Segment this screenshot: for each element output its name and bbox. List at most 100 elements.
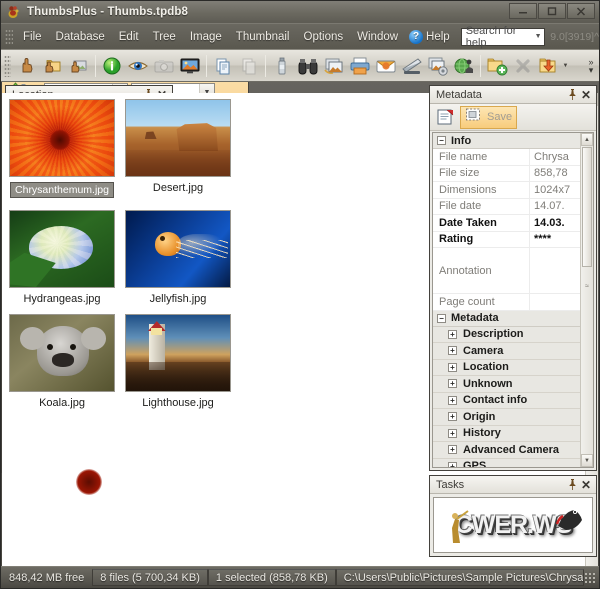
expand-icon[interactable]: + <box>448 395 457 405</box>
thumbnail-image-lighthouse[interactable] <box>125 314 231 392</box>
menu-tree[interactable]: Tree <box>146 28 183 46</box>
thumbnail-filename[interactable]: Koala.jpg <box>39 390 85 413</box>
hand-pointer-icon[interactable] <box>14 53 40 79</box>
menu-grip-icon[interactable] <box>5 28 13 45</box>
metadata-group-info[interactable]: − Info <box>433 133 593 149</box>
thumbnail-filename[interactable]: Hydrangeas.jpg <box>23 286 100 309</box>
metadata-subgroup-5[interactable]: + Origin <box>433 409 593 426</box>
pin-icon[interactable] <box>568 479 577 490</box>
metadata-row-1[interactable]: File size 858,78 <box>433 165 593 182</box>
scroll-down-icon[interactable]: ▼ <box>581 454 593 467</box>
thumbnail-cell[interactable]: Lighthouse.jpg <box>125 314 231 412</box>
folder-add-icon[interactable] <box>484 53 510 79</box>
chevron-overflow-icon[interactable]: » ▾ <box>585 57 597 74</box>
metadata-row-2[interactable]: Dimensions 1024x7 <box>433 182 593 199</box>
metadata-key: Page count <box>433 294 530 310</box>
thumbnail-filename[interactable]: Jellyfish.jpg <box>150 286 207 309</box>
expand-icon[interactable]: + <box>448 428 457 438</box>
scrollbar-thumb[interactable] <box>582 147 592 267</box>
chevron-down-icon[interactable]: ▼ <box>532 29 544 45</box>
binoculars-icon[interactable] <box>295 53 321 79</box>
metadata-subgroup-3[interactable]: + Unknown <box>433 376 593 393</box>
close-button[interactable] <box>567 3 595 19</box>
expand-icon[interactable]: + <box>448 329 457 339</box>
info-icon[interactable] <box>99 53 125 79</box>
metadata-row-3[interactable]: File date 14.07. <box>433 198 593 215</box>
window-controls <box>508 3 595 19</box>
metadata-row-5[interactable]: Rating **** <box>433 231 593 248</box>
thumbnail-filename[interactable]: Lighthouse.jpg <box>142 390 214 413</box>
scanner-icon[interactable] <box>399 53 425 79</box>
menu-help-label: Help <box>426 30 450 43</box>
metadata-group-metadata[interactable]: − Metadata <box>433 310 593 327</box>
toolbar-dropdown-icon[interactable]: ▼ <box>562 63 569 69</box>
image-settings-icon[interactable] <box>425 53 451 79</box>
thumbnail-cell[interactable]: Hydrangeas.jpg <box>9 210 115 308</box>
menu-help[interactable]: ? Help <box>405 27 457 47</box>
metadata-properties-icon[interactable] <box>434 106 458 129</box>
thumbnail-image-desert[interactable] <box>125 99 231 177</box>
menu-file[interactable]: File <box>16 28 49 46</box>
scroll-grip-icon[interactable]: ≈ <box>583 283 591 290</box>
metadata-subgroup-1[interactable]: + Camera <box>433 343 593 360</box>
pin-icon[interactable] <box>568 89 577 100</box>
expand-icon[interactable]: + <box>448 461 457 467</box>
eye-icon[interactable] <box>125 53 151 79</box>
thumbnail-filename[interactable]: Chrysanthemum.jpg <box>10 182 114 198</box>
spray-icon[interactable] <box>269 53 295 79</box>
expand-icon[interactable]: + <box>448 379 457 389</box>
thumbnail-image-chrysanthemum[interactable] <box>9 99 115 177</box>
collapse-icon[interactable]: − <box>437 136 446 145</box>
maximize-button[interactable] <box>538 3 566 19</box>
scroll-up-icon[interactable]: ▲ <box>581 133 593 146</box>
close-icon[interactable]: ✕ <box>581 479 591 491</box>
expand-icon[interactable]: + <box>448 445 457 455</box>
email-icon[interactable] <box>373 53 399 79</box>
hand-folder-icon[interactable] <box>40 53 66 79</box>
thumbnail-cell[interactable]: Koala.jpg <box>9 314 115 412</box>
expand-icon[interactable]: + <box>448 412 457 422</box>
menu-window[interactable]: Window <box>350 28 405 46</box>
tasks-panel-title: Tasks <box>436 478 465 491</box>
menu-database[interactable]: Database <box>49 28 112 46</box>
thumbnail-cell[interactable]: Desert.jpg <box>125 99 231 204</box>
image-stack-icon[interactable] <box>321 53 347 79</box>
metadata-subgroup-7[interactable]: + Advanced Camera <box>433 442 593 459</box>
thumbnail-image-koala[interactable] <box>9 314 115 392</box>
thumbnail-cell[interactable]: Jellyfish.jpg <box>125 210 231 308</box>
metadata-row-7[interactable]: Page count <box>433 294 593 311</box>
thumbnail-filename[interactable]: Desert.jpg <box>153 175 203 198</box>
collapse-icon[interactable]: − <box>437 313 446 323</box>
expand-icon[interactable]: + <box>448 346 457 356</box>
metadata-list[interactable]: − Info File name Chrysa File size 858,78 Dimen… <box>432 132 594 468</box>
close-icon[interactable]: ✕ <box>581 89 591 101</box>
metadata-subgroup-6[interactable]: + History <box>433 425 593 442</box>
metadata-subgroup-8[interactable]: + GPS <box>433 458 593 467</box>
metadata-row-0[interactable]: File name Chrysa <box>433 149 593 166</box>
metadata-row-4[interactable]: Date Taken 14.03. <box>433 215 593 232</box>
hand-image-icon[interactable] <box>66 53 92 79</box>
metadata-row-6[interactable]: Annotation <box>433 248 593 294</box>
metadata-subgroup-2[interactable]: + Location <box>433 359 593 376</box>
minimize-button[interactable] <box>509 3 537 19</box>
monitor-image-icon[interactable] <box>177 53 203 79</box>
menu-thumbnail[interactable]: Thumbnail <box>229 28 297 46</box>
help-search-input[interactable]: Search for help ▼ <box>460 25 546 49</box>
save-metadata-button[interactable]: Save <box>460 105 518 129</box>
expand-icon[interactable]: + <box>448 362 457 372</box>
thumbnail-image-jellyfish[interactable] <box>125 210 231 288</box>
toolbar-grip-icon[interactable] <box>4 54 11 77</box>
menu-edit[interactable]: Edit <box>112 28 146 46</box>
thumbnail-cell[interactable]: Chrysanthemum.jpg <box>9 99 115 204</box>
thumbnail-image-hydrangeas[interactable] <box>9 210 115 288</box>
metadata-subgroup-4[interactable]: + Contact info <box>433 392 593 409</box>
resize-grip-icon[interactable] <box>584 571 596 584</box>
folder-download-icon[interactable] <box>536 53 562 79</box>
printer-icon[interactable] <box>347 53 373 79</box>
metadata-vertical-scrollbar[interactable]: ▲ ≈ ▼ <box>580 133 593 467</box>
copy-icon[interactable] <box>210 53 236 79</box>
menu-image[interactable]: Image <box>183 28 229 46</box>
menu-options[interactable]: Options <box>297 28 351 46</box>
metadata-subgroup-0[interactable]: + Description <box>433 326 593 343</box>
globe-person-icon[interactable] <box>451 53 477 79</box>
